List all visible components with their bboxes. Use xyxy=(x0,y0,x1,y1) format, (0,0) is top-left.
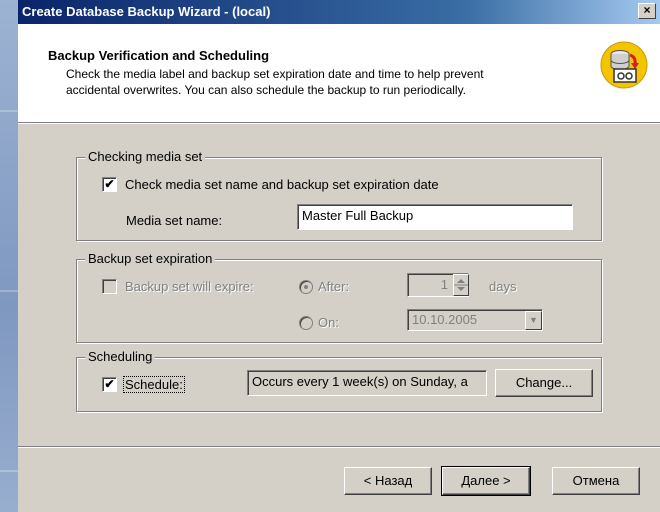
scheduling-legend: Scheduling xyxy=(85,349,156,364)
header-divider-highlight xyxy=(18,123,660,124)
schedule-description-field: Occurs every 1 week(s) on Sunday, a xyxy=(247,370,487,396)
on-radio[interactable] xyxy=(299,316,313,330)
days-label: days xyxy=(489,279,517,294)
spinner-arrows-icon xyxy=(454,279,468,291)
backup-expiration-legend: Backup set expiration xyxy=(85,251,216,266)
date-dropdown-button[interactable]: ▼ xyxy=(525,311,542,330)
check-media-checkbox[interactable]: ✔ xyxy=(102,177,117,192)
checking-media-group: Checking media set ✔ Check media set nam… xyxy=(76,149,602,241)
footer-divider-highlight xyxy=(18,447,660,448)
backup-expire-label: Backup set will expire: xyxy=(125,279,254,294)
change-schedule-button[interactable]: Change... xyxy=(495,369,593,397)
media-set-name-label: Media set name: xyxy=(126,213,223,228)
after-radio-label: After: xyxy=(318,279,350,294)
wizard-header: Backup Verification and Scheduling Check… xyxy=(18,24,660,122)
schedule-label: Schedule: xyxy=(123,376,185,393)
expiration-date-input[interactable]: 10.10.2005 xyxy=(407,309,543,331)
media-set-name-input[interactable]: Master Full Backup xyxy=(297,204,573,230)
after-radio[interactable] xyxy=(299,280,313,294)
title-bar[interactable]: Create Database Backup Wizard - (local) … xyxy=(18,0,660,24)
database-backup-icon xyxy=(600,41,648,89)
checking-media-legend: Checking media set xyxy=(85,149,206,164)
next-button[interactable]: Далее > xyxy=(441,466,531,496)
radio-dot xyxy=(304,285,308,289)
page-description: Check the media label and backup set exp… xyxy=(66,67,484,97)
cancel-button[interactable]: Отмена xyxy=(552,467,640,495)
page-title: Backup Verification and Scheduling xyxy=(48,48,270,63)
scheduling-group: Scheduling ✔ Schedule: Occurs every 1 we… xyxy=(76,349,602,412)
on-radio-label: On: xyxy=(318,315,339,330)
window-title: Create Database Backup Wizard - (local) xyxy=(22,4,271,19)
close-button[interactable]: × xyxy=(638,3,656,19)
wizard-window: Create Database Backup Wizard - (local) … xyxy=(18,0,660,512)
check-media-label: Check media set name and backup set expi… xyxy=(125,177,439,192)
schedule-checkbox[interactable]: ✔ xyxy=(102,377,117,392)
backup-expiration-group: Backup set expiration Backup set will ex… xyxy=(76,251,602,343)
days-spinner[interactable] xyxy=(453,274,469,296)
back-button[interactable]: < Назад xyxy=(344,467,432,495)
backup-expire-checkbox[interactable] xyxy=(102,279,117,294)
